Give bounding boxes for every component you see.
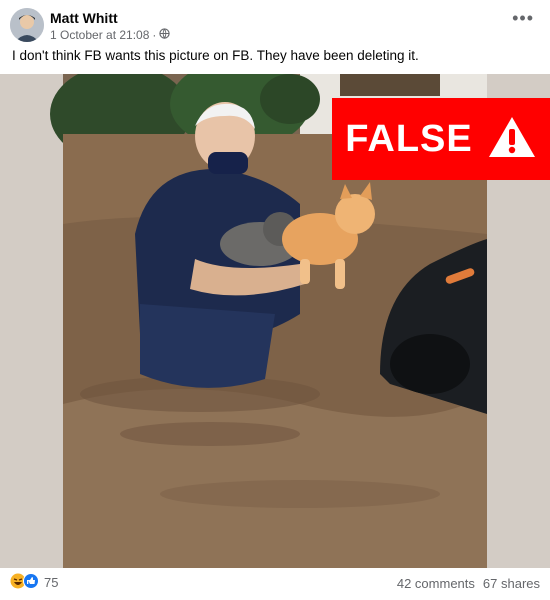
- post-caption: I don't think FB wants this picture on F…: [12, 48, 419, 63]
- post-footer: 75 42 comments 67 shares: [10, 573, 540, 595]
- facebook-post: Matt Whitt 1 October at 21:08 · ••• I do…: [0, 0, 550, 600]
- false-rating-badge[interactable]: FALSE: [332, 98, 550, 180]
- globe-icon: [159, 28, 171, 42]
- like-icon: [23, 573, 39, 592]
- reactions-count: 75: [44, 575, 59, 590]
- meta-separator: ·: [152, 28, 157, 42]
- reactions-summary[interactable]: 75: [10, 573, 58, 592]
- false-badge-label: FALSE: [345, 117, 473, 160]
- post-timestamp[interactable]: 1 October at 21:08: [50, 28, 149, 42]
- author-name[interactable]: Matt Whitt: [50, 10, 118, 26]
- more-options-icon[interactable]: •••: [512, 9, 534, 27]
- post-meta: 1 October at 21:08 ·: [50, 28, 171, 42]
- post-image[interactable]: FALSE: [0, 74, 550, 568]
- comments-count[interactable]: 42 comments: [397, 576, 475, 591]
- post-header: Matt Whitt 1 October at 21:08 · •••: [10, 8, 540, 44]
- shares-count[interactable]: 67 shares: [483, 576, 540, 591]
- warning-icon: [487, 115, 537, 164]
- avatar[interactable]: [10, 8, 44, 42]
- post-stats: 42 comments 67 shares: [397, 576, 540, 591]
